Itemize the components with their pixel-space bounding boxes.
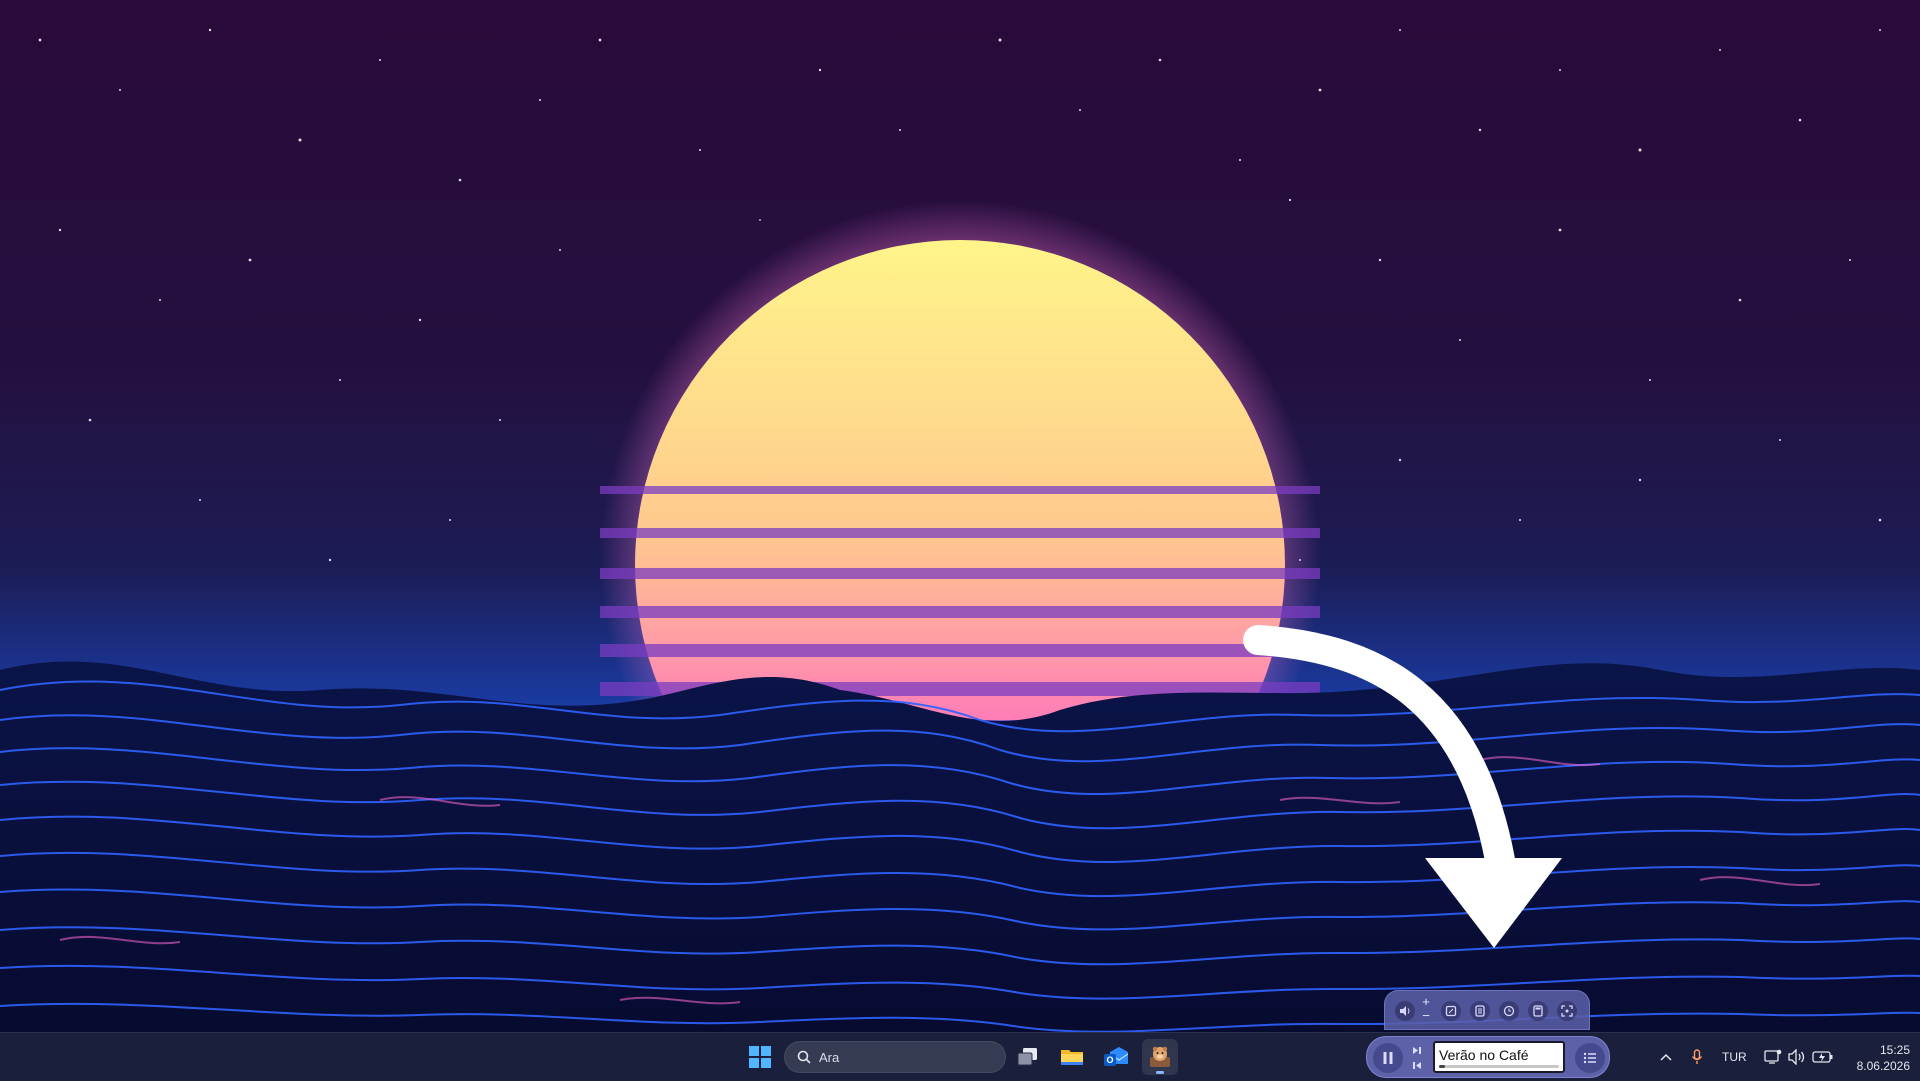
chevron-up-icon[interactable] <box>1656 1045 1676 1069</box>
windows-logo-icon <box>749 1046 771 1068</box>
language-indicator[interactable]: TUR <box>1722 1050 1747 1064</box>
volume-icon[interactable] <box>1395 1001 1415 1021</box>
skip-next-icon[interactable] <box>1407 1043 1427 1058</box>
outlook-button[interactable]: O <box>1098 1039 1134 1075</box>
media-widget-toolbar: + − <box>1384 990 1590 1030</box>
list-doc-icon[interactable] <box>1470 1001 1490 1021</box>
outlook-icon: O <box>1104 1047 1128 1066</box>
search-placeholder: Ara <box>819 1049 840 1065</box>
wireframe-waves <box>0 661 1920 1032</box>
desktop-wallpaper <box>0 0 1920 1032</box>
start-button[interactable] <box>742 1039 778 1075</box>
playlist-button[interactable] <box>1575 1043 1605 1073</box>
timer-icon[interactable] <box>1499 1001 1519 1021</box>
synthwave-sunset-wallpaper <box>0 0 1920 1032</box>
taskbar: Ara O TUR 15:25 8.06.2026 <box>0 1032 1920 1081</box>
network-icon[interactable] <box>1762 1045 1784 1069</box>
task-view-icon <box>1017 1048 1037 1066</box>
microphone-icon[interactable] <box>1686 1045 1708 1069</box>
play-pause-button[interactable] <box>1373 1043 1403 1073</box>
now-playing-display[interactable]: Verão no Café <box>1433 1041 1565 1073</box>
calculator-icon[interactable] <box>1528 1001 1548 1021</box>
file-explorer-button[interactable] <box>1054 1039 1090 1075</box>
minus-icon[interactable]: − <box>1419 1009 1433 1023</box>
skip-prev-icon[interactable] <box>1407 1058 1427 1073</box>
task-view-button[interactable] <box>1010 1039 1046 1075</box>
hamster-app-icon <box>1150 1046 1170 1067</box>
search-box[interactable]: Ara <box>784 1041 1006 1073</box>
battery-charging-icon[interactable] <box>1810 1045 1836 1069</box>
pause-icon <box>1383 1052 1393 1064</box>
track-title: Verão no Café <box>1439 1047 1529 1063</box>
track-progress-bar[interactable] <box>1439 1065 1559 1068</box>
plus-icon[interactable]: + <box>1419 995 1433 1009</box>
search-icon <box>797 1050 811 1064</box>
clock-time: 15:25 <box>1879 1043 1910 1057</box>
clock-date: 8.06.2026 <box>1856 1059 1910 1073</box>
playlist-icon <box>1583 1052 1596 1064</box>
track-progress-fill <box>1439 1065 1445 1068</box>
media-app-button[interactable] <box>1142 1039 1178 1075</box>
media-player-widget: Verão no Café <box>1366 1036 1610 1078</box>
svg-text:O: O <box>1106 1055 1113 1065</box>
folder-icon <box>1061 1050 1083 1065</box>
screenshot-icon[interactable] <box>1557 1001 1577 1021</box>
clock[interactable]: 15:25 8.06.2026 <box>1840 1042 1910 1074</box>
note-icon[interactable] <box>1441 1001 1461 1021</box>
speaker-icon[interactable] <box>1786 1045 1808 1069</box>
